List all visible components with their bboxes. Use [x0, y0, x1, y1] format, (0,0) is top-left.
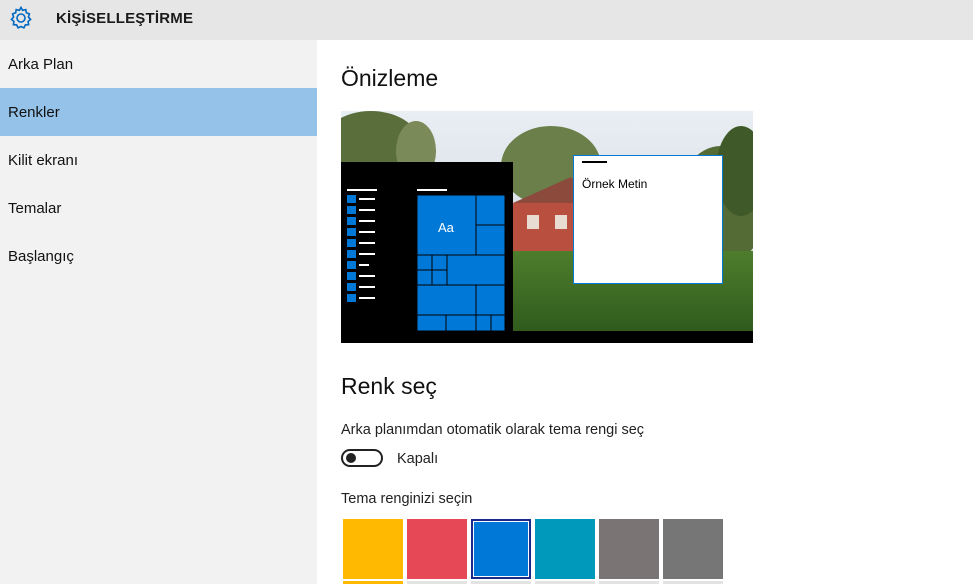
toggle-state-label: Kapalı	[397, 451, 439, 467]
color-heading: Renk seç	[341, 373, 437, 399]
color-swatch[interactable]	[663, 519, 723, 579]
sidebar-item-label: Başlangıç	[8, 248, 74, 265]
sidebar-item-themes[interactable]: Temalar	[0, 184, 317, 232]
color-swatch[interactable]	[407, 519, 467, 579]
sidebar-item-label: Arka Plan	[8, 56, 74, 73]
sidebar-item-background[interactable]: Arka Plan	[0, 40, 317, 88]
color-swatch[interactable]	[471, 519, 531, 579]
main-content: Önizleme Aa Örnek Metin Renk seç Arka pl…	[317, 40, 973, 584]
auto-color-toggle[interactable]	[341, 449, 383, 467]
page-title: KİŞİSELLEŞTİRME	[56, 10, 194, 27]
sidebar: Arka Plan Renkler Kilit ekranı Temalar B…	[0, 40, 317, 584]
color-swatch[interactable]	[599, 519, 659, 579]
title-bar: KİŞİSELLEŞTİRME	[0, 0, 973, 40]
gear-icon	[8, 5, 34, 31]
sidebar-item-label: Renkler	[8, 104, 60, 121]
preview-image: Aa Örnek Metin	[341, 111, 753, 343]
preview-heading: Önizleme	[341, 65, 439, 91]
theme-color-label: Tema renginizi seçin	[341, 491, 473, 507]
swatch-grid	[343, 519, 727, 584]
color-swatch[interactable]	[535, 519, 595, 579]
sidebar-item-start[interactable]: Başlangıç	[0, 232, 317, 280]
toggle-knob	[346, 453, 356, 463]
sample-text: Örnek Metin	[582, 177, 648, 191]
tile-label: Aa	[438, 220, 454, 235]
sidebar-item-label: Temalar	[8, 200, 62, 217]
sidebar-item-colors[interactable]: Renkler	[0, 88, 317, 136]
color-swatch[interactable]	[343, 519, 403, 579]
sidebar-item-lock-screen[interactable]: Kilit ekranı	[0, 136, 317, 184]
sidebar-item-label: Kilit ekranı	[8, 152, 79, 169]
auto-color-label: Arka planımdan otomatik olarak tema reng…	[341, 422, 645, 438]
